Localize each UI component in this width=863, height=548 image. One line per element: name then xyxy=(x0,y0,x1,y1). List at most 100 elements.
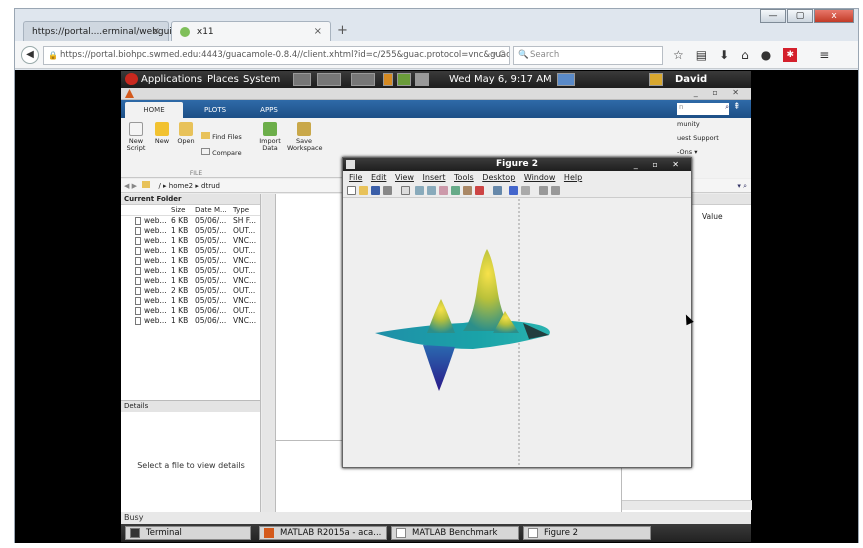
nav-back-icon[interactable]: ◀ ▶ xyxy=(124,182,137,190)
close-window-button[interactable]: x xyxy=(814,9,854,23)
list-item[interactable]: web... 1 KB 05/06/... OUT... xyxy=(121,306,260,316)
workspace-value-column[interactable]: Value xyxy=(702,212,723,221)
new-tab-button[interactable]: + xyxy=(337,21,348,41)
find-files-button[interactable]: Find Files xyxy=(201,132,242,141)
ribbon-collapse-icon[interactable]: ⇞ xyxy=(733,102,741,112)
folder-browse-icon[interactable] xyxy=(142,181,151,188)
list-item[interactable]: web... 1 KB 05/05/... VNC... xyxy=(121,236,260,246)
clock[interactable]: Wed May 6, 9:17 AM xyxy=(449,71,552,88)
new-button[interactable]: New xyxy=(149,122,175,145)
search-documentation-input[interactable]: n ⌕ xyxy=(677,103,729,115)
import-data-button[interactable]: Import Data xyxy=(255,122,285,152)
list-item[interactable]: web... 2 KB 05/05/... OUT... xyxy=(121,286,260,296)
menu-system[interactable]: System xyxy=(243,71,280,88)
notification-icon[interactable] xyxy=(649,73,663,86)
taskbar-benchmark[interactable]: MATLAB Benchmark xyxy=(391,526,519,540)
menu-icon[interactable]: ≡ xyxy=(819,46,829,64)
list-item[interactable]: web... 1 KB 05/05/... VNC... xyxy=(121,276,260,286)
reload-icon[interactable]: ▿ C xyxy=(492,47,505,64)
surface-plot[interactable] xyxy=(343,199,691,467)
launcher-icon[interactable] xyxy=(351,73,375,86)
rotate-icon[interactable] xyxy=(451,186,460,195)
menu-window[interactable]: Window xyxy=(524,173,556,182)
compare-button[interactable]: Compare xyxy=(201,148,242,157)
tab-portal[interactable]: https://portal....erminal/webgui/ × xyxy=(23,21,175,42)
legend-icon[interactable] xyxy=(521,186,530,195)
menu-desktop[interactable]: Desktop xyxy=(482,173,515,182)
col-size[interactable]: Size xyxy=(171,205,185,216)
colorbar-icon[interactable] xyxy=(509,186,518,195)
list-item[interactable]: web... 1 KB 05/05/... OUT... xyxy=(121,226,260,236)
list-item[interactable]: web... 1 KB 05/06/... VNC... xyxy=(121,316,260,326)
launcher-icon[interactable] xyxy=(397,73,411,86)
tab-close-icon[interactable]: × xyxy=(152,22,160,42)
menu-view[interactable]: View xyxy=(395,173,414,182)
list-item[interactable]: web... 6 KB 05/06/... SH F... xyxy=(121,216,260,226)
zoom-out-icon[interactable] xyxy=(427,186,436,195)
tab-x11[interactable]: x11 × xyxy=(171,21,331,41)
search-folder-icon[interactable]: ▾ ⌕ xyxy=(737,179,747,193)
figure-window-controls[interactable]: _ ▫ ✕ xyxy=(634,158,685,171)
data-cursor-icon[interactable] xyxy=(463,186,472,195)
minimize-button[interactable]: — xyxy=(760,9,786,23)
taskbar-figure2[interactable]: Figure 2 xyxy=(523,526,651,540)
save-workspace-button[interactable]: Save Workspace xyxy=(287,122,323,152)
open-file-icon[interactable] xyxy=(359,186,368,195)
folder-path[interactable]: / ▸ home2 ▸ dtrud xyxy=(158,182,220,190)
figure-window[interactable]: Figure 2 _ ▫ ✕ File Edit View Insert Too… xyxy=(342,157,692,468)
home-icon[interactable]: ⌂ xyxy=(741,46,749,64)
search-input[interactable]: 🔍 Search xyxy=(513,46,663,65)
tab-close-icon[interactable]: × xyxy=(314,22,322,42)
launcher-icon[interactable] xyxy=(383,73,393,86)
save-icon[interactable] xyxy=(371,186,380,195)
new-figure-icon[interactable] xyxy=(347,186,356,195)
list-item[interactable]: web... 1 KB 05/05/... OUT... xyxy=(121,266,260,276)
taskbar-matlab[interactable]: MATLAB R2015a - aca... xyxy=(259,526,387,540)
open-button[interactable]: Open xyxy=(173,122,199,145)
tab-home[interactable]: HOME xyxy=(125,102,183,118)
launcher-icon[interactable] xyxy=(293,73,311,86)
col-type[interactable]: Type xyxy=(233,205,249,216)
menu-insert[interactable]: Insert xyxy=(423,173,446,182)
figure-axes[interactable] xyxy=(343,199,691,467)
list-item[interactable]: web... 1 KB 05/05/... VNC... xyxy=(121,256,260,266)
link-icon[interactable] xyxy=(493,186,502,195)
remote-desktop[interactable]: Applications Places System Wed May 6, 9:… xyxy=(15,70,858,543)
menu-help[interactable]: Help xyxy=(564,173,582,182)
list-item[interactable]: web... 1 KB 05/05/... VNC... xyxy=(121,296,260,306)
menu-file[interactable]: File xyxy=(349,173,362,182)
chat-icon[interactable]: ● xyxy=(761,46,771,64)
launcher-icon[interactable] xyxy=(317,73,341,86)
show-tools-icon[interactable] xyxy=(551,186,560,195)
pan-icon[interactable] xyxy=(439,186,448,195)
reading-list-icon[interactable]: ▤ xyxy=(696,46,707,64)
tab-apps[interactable]: APPS xyxy=(249,102,289,118)
tab-plots[interactable]: PLOTS xyxy=(195,102,235,118)
menu-places[interactable]: Places xyxy=(207,71,239,88)
community-button[interactable]: munity xyxy=(677,120,751,128)
menu-edit[interactable]: Edit xyxy=(371,173,387,182)
addon-icon[interactable]: ✱ xyxy=(783,48,798,62)
pointer-icon[interactable] xyxy=(401,186,410,195)
addons-button[interactable]: -Ons ▾ xyxy=(677,148,751,156)
new-script-button[interactable]: New Script xyxy=(123,122,149,152)
zoom-in-icon[interactable] xyxy=(415,186,424,195)
download-icon[interactable]: ⬇ xyxy=(719,46,729,64)
matlab-window-controls[interactable]: _ ▫ ✕ xyxy=(694,88,745,97)
request-support-button[interactable]: uest Support xyxy=(677,134,751,142)
col-date[interactable]: Date M... xyxy=(195,205,227,216)
taskbar-terminal[interactable]: Terminal xyxy=(125,526,251,540)
bookmark-star-icon[interactable]: ☆ xyxy=(673,46,684,64)
brush-icon[interactable] xyxy=(475,186,484,195)
list-item[interactable]: web... 1 KB 05/05/... OUT... xyxy=(121,246,260,256)
workspace-scrollbar[interactable] xyxy=(622,500,752,510)
maximize-button[interactable]: ▢ xyxy=(787,9,813,23)
url-bar[interactable]: 🔒 https://portal.biohpc.swmed.edu:4443/g… xyxy=(43,46,510,65)
launcher-icon[interactable] xyxy=(415,73,429,86)
hide-tools-icon[interactable] xyxy=(539,186,548,195)
workspace-switcher-icon[interactable] xyxy=(557,73,575,86)
menu-tools[interactable]: Tools xyxy=(454,173,474,182)
menu-applications[interactable]: Applications xyxy=(141,71,202,88)
back-button[interactable]: ◀ xyxy=(21,46,39,64)
print-icon[interactable] xyxy=(383,186,392,195)
